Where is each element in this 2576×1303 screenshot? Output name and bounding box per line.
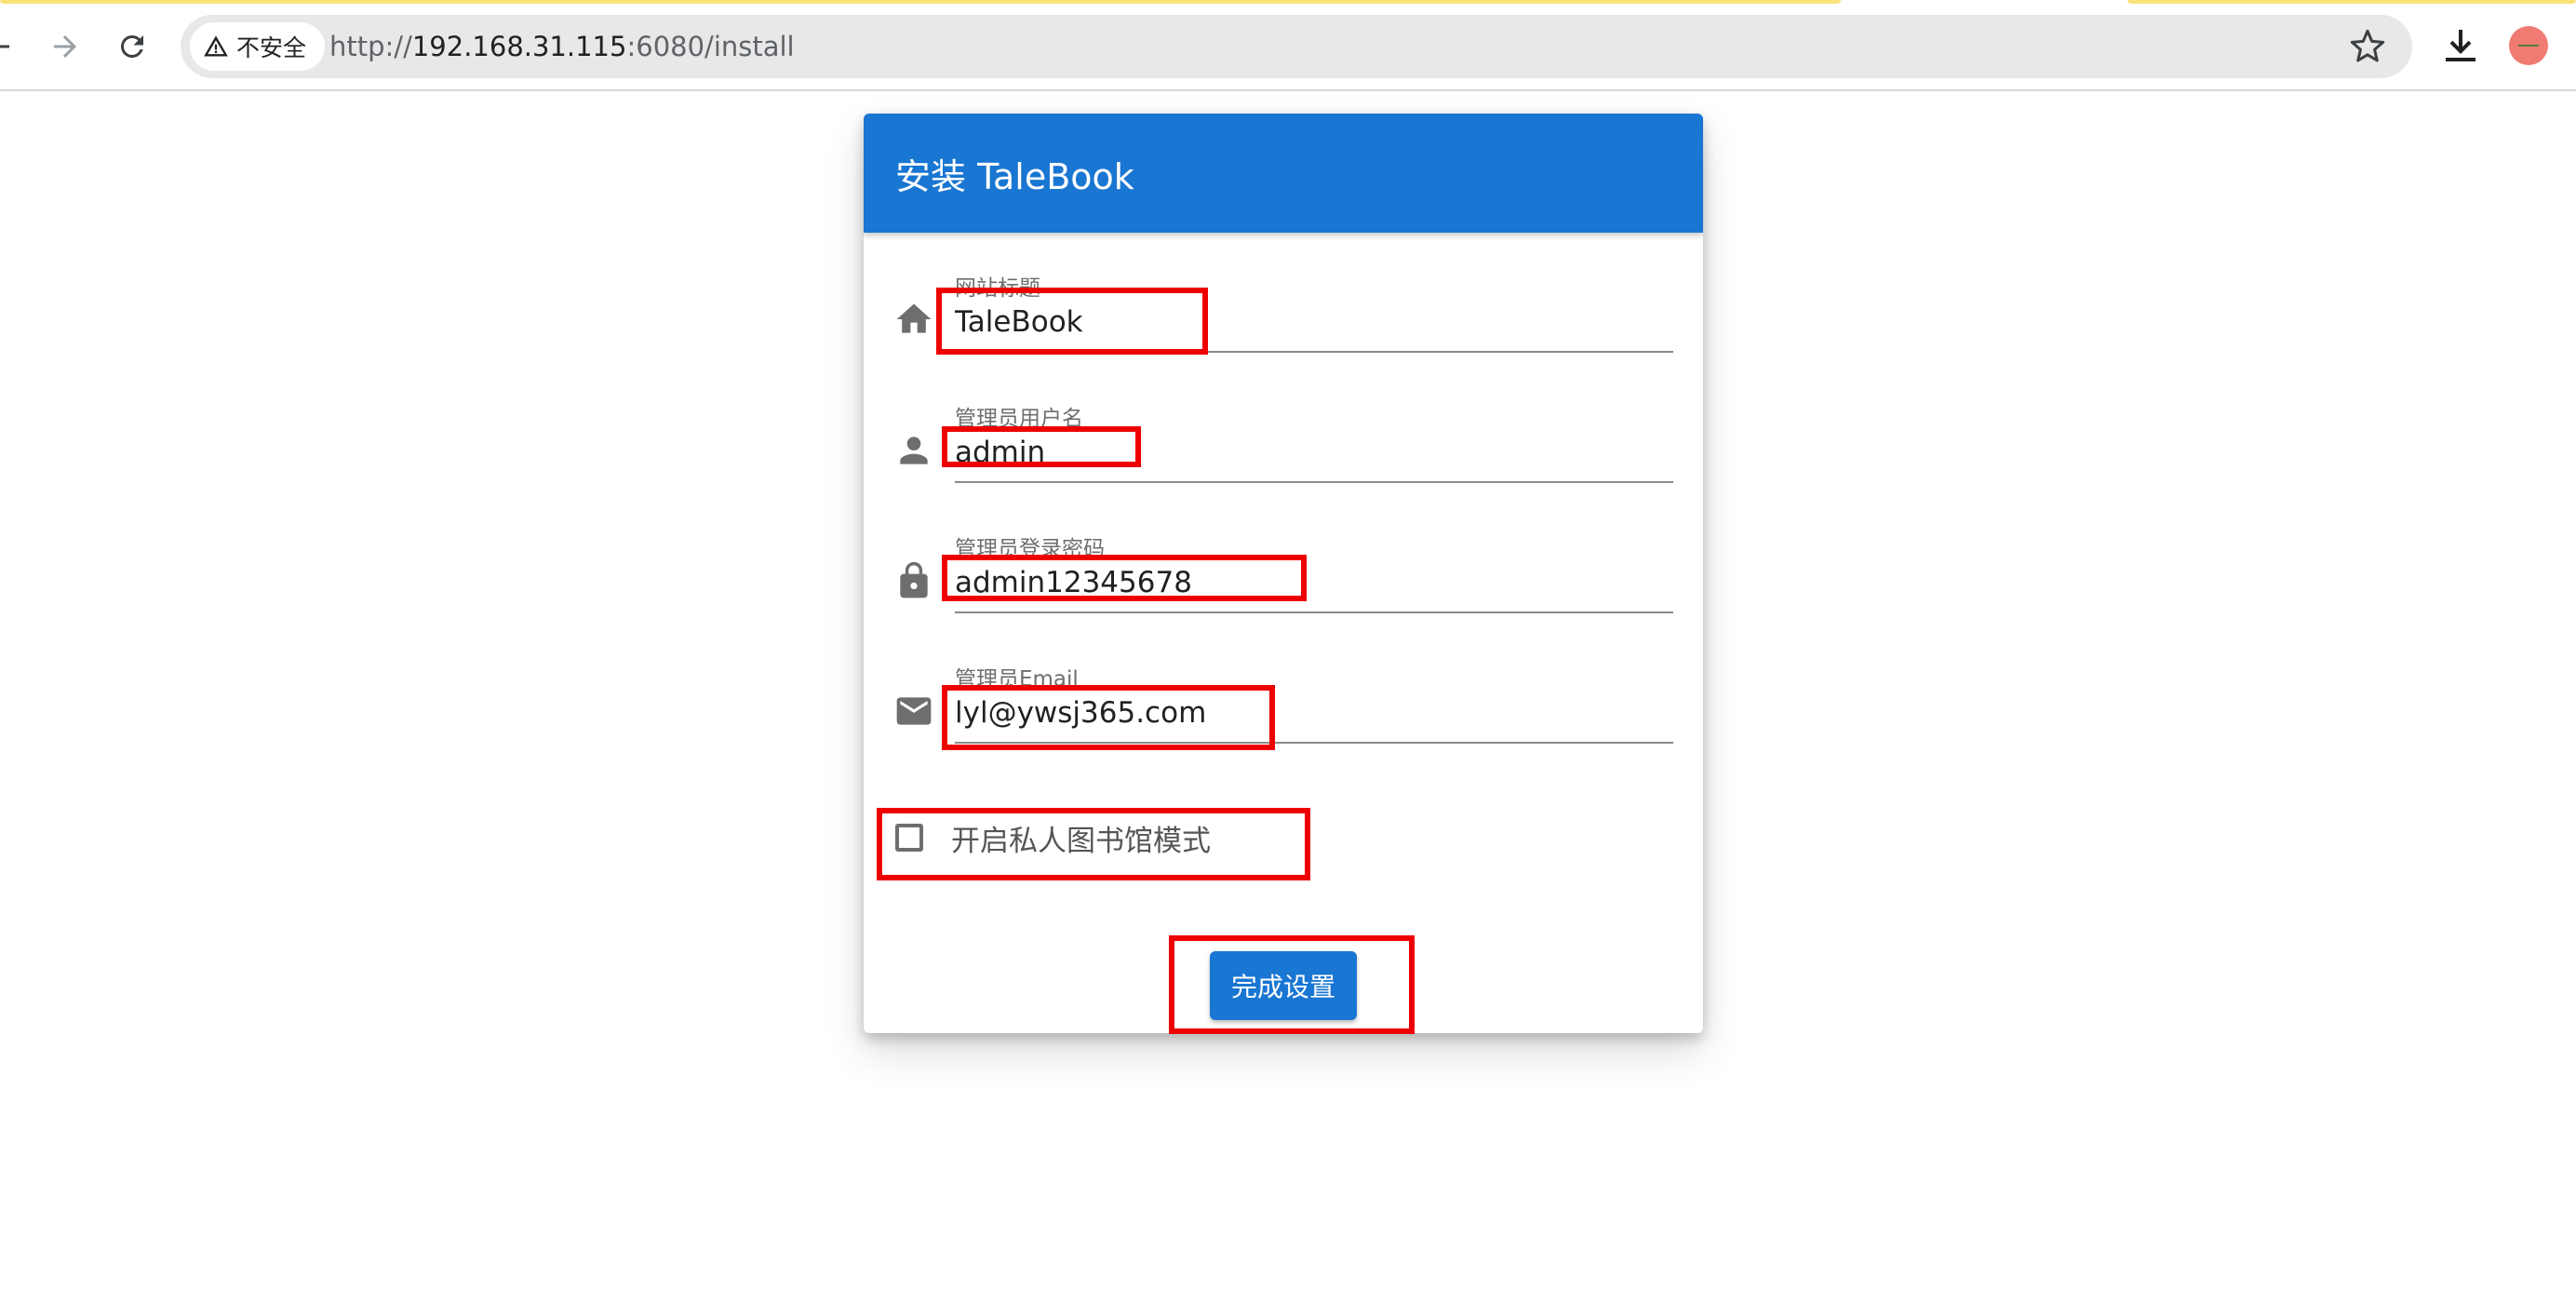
finish-setup-button[interactable]: 完成设置: [1210, 951, 1357, 1020]
lock-icon: [893, 560, 934, 601]
download-icon[interactable]: [2438, 24, 2483, 69]
url-text[interactable]: http://192.168.31.115:6080/install: [329, 15, 795, 78]
admin-username-input[interactable]: [955, 430, 1673, 475]
site-title-underline: [955, 351, 1673, 353]
profile-avatar[interactable]: [2509, 26, 2548, 65]
admin-password-label: 管理员登录密码: [955, 537, 1105, 561]
admin-email-input[interactable]: [955, 691, 1673, 735]
arrow-left-icon: [0, 37, 9, 56]
avatar-mark: [2518, 45, 2539, 47]
security-chip[interactable]: 不安全: [190, 22, 326, 71]
url-scheme: http://: [329, 31, 412, 62]
card-title: 安装 TaleBook: [895, 155, 1134, 197]
reload-button[interactable]: [102, 17, 162, 76]
warning-icon: [204, 35, 228, 57]
admin-password-input[interactable]: [955, 560, 1673, 605]
url-host: 192.168.31.115: [411, 31, 627, 62]
admin-email-label: 管理员Email: [955, 667, 1079, 692]
address-bar[interactable]: 不安全 http://192.168.31.115:6080/install: [181, 15, 2412, 78]
reload-icon: [120, 34, 143, 58]
home-icon: [893, 299, 934, 340]
arrow-right-icon: [54, 35, 76, 58]
site-title-input[interactable]: [955, 300, 1673, 344]
url-path: :6080/install: [626, 31, 795, 62]
site-title-label: 网站标题: [955, 276, 1040, 301]
mail-icon: [893, 691, 934, 732]
private-mode-checkbox-row[interactable]: 开启私人图书馆模式: [895, 810, 1211, 866]
admin-username-label: 管理员用户名: [955, 407, 1083, 431]
admin-username-underline: [955, 481, 1673, 483]
back-button[interactable]: [0, 17, 28, 76]
install-card: 安装 TaleBook 网站标题 管理员用户名 管理员登录密码 管理员Email…: [864, 114, 1703, 1033]
private-mode-label: 开启私人图书馆模式: [951, 824, 1211, 858]
forward-button[interactable]: [35, 17, 95, 76]
security-label: 不安全: [236, 34, 307, 61]
browser-toolbar: 不安全 http://192.168.31.115:6080/install: [0, 4, 2576, 91]
admin-password-underline: [955, 611, 1673, 613]
bookmark-star-icon[interactable]: [2349, 28, 2386, 65]
admin-email-underline: [955, 742, 1673, 744]
card-header: 安装 TaleBook: [864, 114, 1703, 233]
person-icon: [893, 430, 934, 471]
private-mode-checkbox[interactable]: [895, 824, 923, 852]
